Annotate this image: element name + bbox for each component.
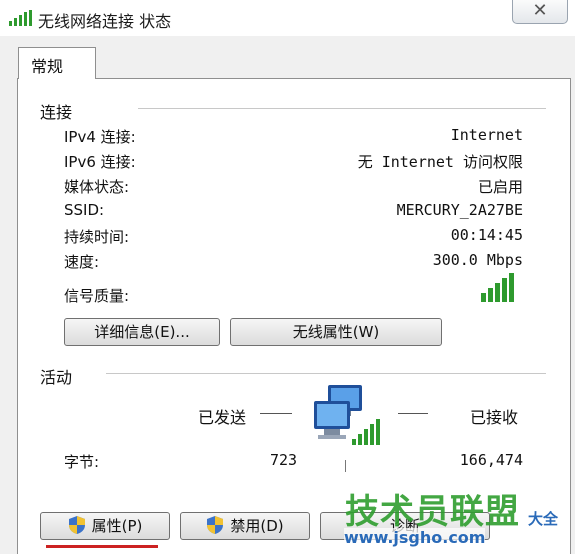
wireless-properties-button[interactable]: 无线属性(W) [230,318,442,346]
ssid-value: MERCURY_2A27BE [396,201,523,219]
sent-dash [260,413,292,414]
uac-shield-icon [207,516,224,534]
title-bar: 无线网络连接 状态 ✕ [0,0,575,36]
window-title: 无线网络连接 状态 [38,12,172,31]
connection-divider [138,108,546,109]
ipv4-value: Internet [450,126,523,144]
network-computers-icon [314,385,380,445]
close-icon: ✕ [532,0,548,21]
tab-general-label: 常规 [31,57,64,76]
signal-quality-label: 信号质量: [64,287,130,305]
received-label: 已接收 [470,408,519,427]
bytes-received-value: 166,474 [459,451,523,469]
received-dash [398,413,428,414]
bytes-label: 字节: [64,453,100,471]
speed-label: 速度: [64,253,100,271]
disable-button-label: 禁用(D) [230,517,284,535]
details-button[interactable]: 详细信息(E)... [64,318,220,346]
activity-divider [106,373,546,374]
bytes-divider-tick [345,460,346,472]
watermark-url: www.jsgho.com [344,528,486,547]
watermark-side-text: 大全 [528,510,559,528]
general-panel [17,78,571,554]
media-state-label: 媒体状态: [64,178,130,196]
media-state-value: 已启用 [477,178,523,196]
properties-button-label: 属性(P) [91,517,143,535]
ipv4-label: IPv4 连接: [64,128,136,146]
uac-shield-icon [68,516,85,534]
tab-general[interactable]: 常规 [18,47,96,79]
connection-section-title: 连接 [40,103,73,122]
activity-section-title: 活动 [40,368,73,387]
highlight-underline [46,545,158,548]
close-button[interactable]: ✕ [512,0,568,24]
watermark-brand: 技术员联盟 [345,492,520,532]
ipv6-value: 无 Internet 访问权限 [357,153,523,171]
duration-value: 00:14:45 [450,226,523,244]
sent-label: 已发送 [198,408,247,427]
properties-button[interactable]: 属性(P) [40,512,170,540]
network-status-window: 无线网络连接 状态 ✕ 常规 连接 IPv4 连接: Internet IPv6… [0,0,575,554]
signal-strength-icon [481,273,514,302]
ipv6-label: IPv6 连接: [64,153,136,171]
disable-button[interactable]: 禁用(D) [180,512,310,540]
bytes-sent-value: 723 [270,451,298,469]
speed-value: 300.0 Mbps [432,251,523,269]
duration-label: 持续时间: [64,228,130,246]
ssid-label: SSID: [64,201,105,219]
wireless-signal-icon [9,10,32,26]
